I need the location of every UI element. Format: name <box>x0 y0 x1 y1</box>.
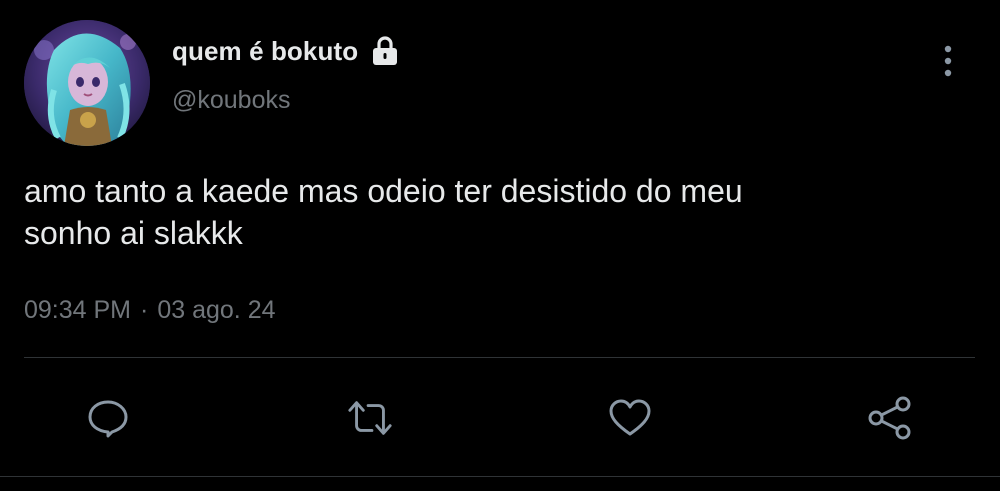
reply-button[interactable] <box>84 394 132 442</box>
avatar[interactable] <box>24 20 150 146</box>
like-button[interactable] <box>606 394 654 442</box>
tweet-text: amo tanto a kaede mas odeio ter desistid… <box>24 170 964 254</box>
avatar-image <box>24 20 150 146</box>
handle[interactable]: @kouboks <box>172 86 291 115</box>
heart-icon <box>609 399 651 436</box>
bottom-divider <box>0 476 1000 477</box>
retweet-button[interactable] <box>346 394 394 442</box>
tweet-text-line-1: amo tanto a kaede mas odeio ter desistid… <box>24 173 743 209</box>
author-name-row: quem é bokuto <box>172 34 400 68</box>
tweet-time: 09:34 PM <box>24 296 132 324</box>
reply-icon <box>88 400 128 438</box>
share-icon <box>868 396 911 440</box>
share-button[interactable] <box>866 394 914 442</box>
retweet-icon <box>348 401 392 435</box>
tweet-card: quem é bokuto @kouboks amo tanto a kaede… <box>0 0 1000 491</box>
more-button[interactable] <box>932 44 964 78</box>
tweet-timestamp[interactable]: 09:34 PM · 03 ago. 24 <box>24 296 276 325</box>
meta-separator: · <box>140 296 149 324</box>
display-name[interactable]: quem é bokuto <box>172 36 358 67</box>
tweet-date: 03 ago. 24 <box>157 296 276 324</box>
tweet-text-line-2: sonho ai slakkk <box>24 215 243 251</box>
divider <box>24 357 975 358</box>
lock-icon <box>370 35 400 67</box>
more-vertical-icon <box>944 45 952 77</box>
